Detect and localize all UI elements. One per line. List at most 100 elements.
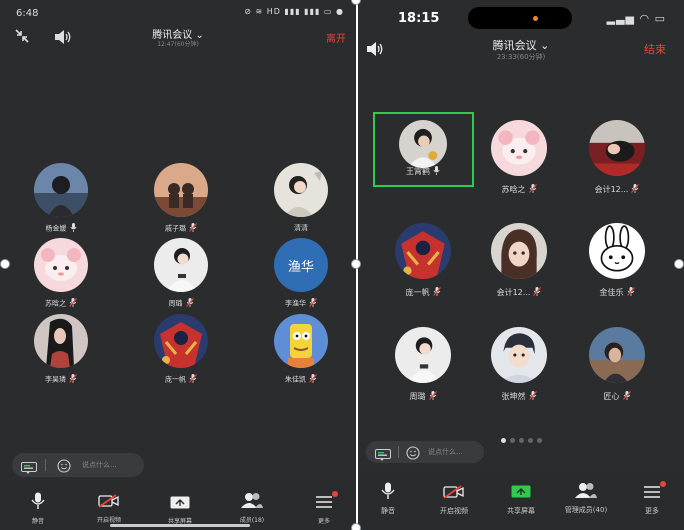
mic-muted-icon bbox=[622, 391, 631, 402]
participant-tile[interactable]: 庞一帆 bbox=[136, 314, 226, 394]
end-meeting-button[interactable]: 结束 bbox=[644, 41, 666, 57]
meeting-header: 腾讯会议 ⌄ 23:33(60分钟) 结束 bbox=[358, 36, 684, 66]
mic-muted-icon bbox=[626, 287, 635, 298]
mic-icon bbox=[358, 482, 420, 503]
participant-tile[interactable]: 会计12... bbox=[572, 120, 662, 200]
start-video-button[interactable]: 开启视频 bbox=[422, 484, 486, 516]
share-screen-button[interactable]: 共享屏幕 bbox=[148, 494, 212, 525]
avatar: 渔华 bbox=[274, 238, 328, 292]
more-icon bbox=[620, 484, 684, 503]
mute-button[interactable]: 静音 bbox=[6, 492, 70, 525]
participant-tile[interactable]: 周璐 bbox=[378, 327, 468, 407]
video-off-icon bbox=[77, 493, 141, 512]
participant-tile[interactable]: 李昊璘 bbox=[16, 314, 106, 394]
participant-name: 李渔华 bbox=[285, 299, 306, 308]
more-button[interactable]: 更多 bbox=[620, 481, 684, 516]
chat-input[interactable]: 说点什么... bbox=[12, 453, 144, 477]
members-icon bbox=[220, 492, 284, 512]
avatar bbox=[34, 163, 88, 217]
mic-muted-icon bbox=[69, 374, 77, 385]
mic-muted-icon bbox=[189, 374, 197, 385]
status-icons: ⊘ ≋ HD ▮▮▮ ▮▮▮ ▭ ● bbox=[244, 7, 344, 16]
avatar bbox=[491, 223, 547, 279]
participant-tile[interactable]: 苏晗之 bbox=[16, 238, 106, 318]
notification-dot bbox=[332, 491, 338, 497]
participant-name: 苏晗之 bbox=[45, 299, 66, 308]
participant-tile[interactable]: 张坤然 bbox=[474, 327, 564, 407]
participant-tile[interactable]: 清清 bbox=[256, 163, 346, 243]
bottom-toolbar: 静音 开启视频 共享屏幕 成员(18) 更多 bbox=[0, 486, 356, 530]
participant-tile[interactable]: 会计12... bbox=[474, 223, 564, 303]
mic-muted-icon bbox=[631, 184, 640, 195]
mic-muted-icon bbox=[533, 287, 542, 298]
more-button[interactable]: 更多 bbox=[292, 491, 356, 525]
collage-handle bbox=[351, 259, 361, 269]
share-screen-icon bbox=[489, 484, 553, 503]
status-icons: ▂▃▅ ◠ ▭ bbox=[606, 12, 666, 25]
meeting-title[interactable]: 腾讯会议 ⌄ bbox=[358, 37, 684, 53]
mic-muted-icon bbox=[528, 391, 537, 402]
participant-name: 杨金媛 bbox=[45, 224, 67, 233]
toolbar-label: 共享屏幕 bbox=[507, 507, 535, 515]
participant-name: 李昊璘 bbox=[45, 375, 66, 384]
participant-tile[interactable]: 戚子璐 bbox=[136, 163, 226, 243]
toolbar-label: 静音 bbox=[381, 507, 395, 515]
participant-tile[interactable]: 苏晗之 bbox=[474, 120, 564, 200]
participant-name: 张坤然 bbox=[501, 392, 526, 401]
notification-dot bbox=[660, 481, 666, 487]
avatar bbox=[274, 163, 328, 217]
emoji-icon[interactable] bbox=[57, 458, 71, 477]
participant-tile[interactable]: 杨金媛 bbox=[16, 163, 106, 243]
participant-tile[interactable]: 王霄鹤 bbox=[378, 120, 468, 200]
share-screen-button[interactable]: 共享屏幕 bbox=[489, 484, 553, 516]
participant-name: 庞一帆 bbox=[405, 288, 430, 297]
participant-name: 戚子璐 bbox=[165, 224, 186, 233]
participant-tile[interactable]: 匠心 bbox=[572, 327, 662, 407]
toolbar-label: 成员(18) bbox=[239, 517, 265, 524]
toolbar-label: 更多 bbox=[645, 507, 659, 515]
meeting-duration: 23:33(60分钟) bbox=[496, 53, 546, 61]
chat-input[interactable]: 说点什么... bbox=[366, 441, 484, 463]
mic-icon bbox=[6, 492, 70, 513]
participant-tile[interactable]: 渔华 李渔华 bbox=[256, 238, 346, 318]
participant-tile[interactable]: 周璐 bbox=[136, 238, 226, 318]
participant-name: 朱佳凯 bbox=[285, 375, 306, 384]
mic-muted-icon bbox=[309, 374, 317, 385]
participant-tile[interactable]: 朱佳凯 bbox=[256, 314, 346, 394]
avatar bbox=[589, 223, 645, 279]
participant-tile[interactable]: 金佳乐 bbox=[572, 223, 662, 303]
share-screen-icon bbox=[148, 494, 212, 513]
dynamic-island bbox=[468, 7, 572, 29]
members-button[interactable]: 成员(18) bbox=[220, 492, 284, 524]
participant-name: 清清 bbox=[294, 224, 308, 232]
mute-button[interactable]: 静音 bbox=[358, 482, 420, 516]
bottom-toolbar: 静音 开启视频 共享屏幕 管理成员(40) 更多 bbox=[358, 476, 684, 530]
collage-handle bbox=[674, 259, 684, 269]
avatar bbox=[399, 120, 447, 168]
mic-on-icon bbox=[69, 223, 77, 234]
home-indicator[interactable] bbox=[110, 524, 250, 527]
meeting-duration: 12:47(60分钟) bbox=[157, 41, 199, 48]
mic-muted-icon bbox=[69, 298, 77, 309]
avatar bbox=[589, 120, 645, 176]
participant-name: 周璐 bbox=[168, 299, 183, 308]
manage-members-button[interactable]: 管理成员(40) bbox=[554, 482, 618, 515]
participant-name: 匠心 bbox=[603, 392, 620, 401]
avatar bbox=[589, 327, 645, 383]
avatar bbox=[34, 238, 88, 292]
toolbar-label: 开启视频 bbox=[96, 517, 121, 524]
status-time: 18:15 bbox=[398, 11, 440, 26]
more-icon bbox=[292, 494, 356, 513]
participant-name: 会计12... bbox=[496, 288, 531, 297]
toolbar-label: 更多 bbox=[317, 518, 330, 525]
emoji-icon[interactable] bbox=[406, 445, 420, 464]
start-video-button[interactable]: 开启视频 bbox=[77, 493, 141, 524]
participant-tile[interactable]: 庞一帆 bbox=[378, 223, 468, 303]
caption-icon[interactable] bbox=[375, 446, 391, 465]
chat-placeholder: 说点什么... bbox=[82, 461, 117, 469]
participant-name: 金佳乐 bbox=[599, 288, 624, 297]
collage-handle bbox=[0, 259, 10, 269]
video-off-icon bbox=[422, 484, 486, 503]
leave-button[interactable]: 离开 bbox=[326, 30, 346, 45]
meeting-screen-right: 18:15 ▂▃▅ ◠ ▭ 腾讯会议 ⌄ 23:33(60分钟) 结束 王霄鹤 … bbox=[358, 0, 684, 530]
